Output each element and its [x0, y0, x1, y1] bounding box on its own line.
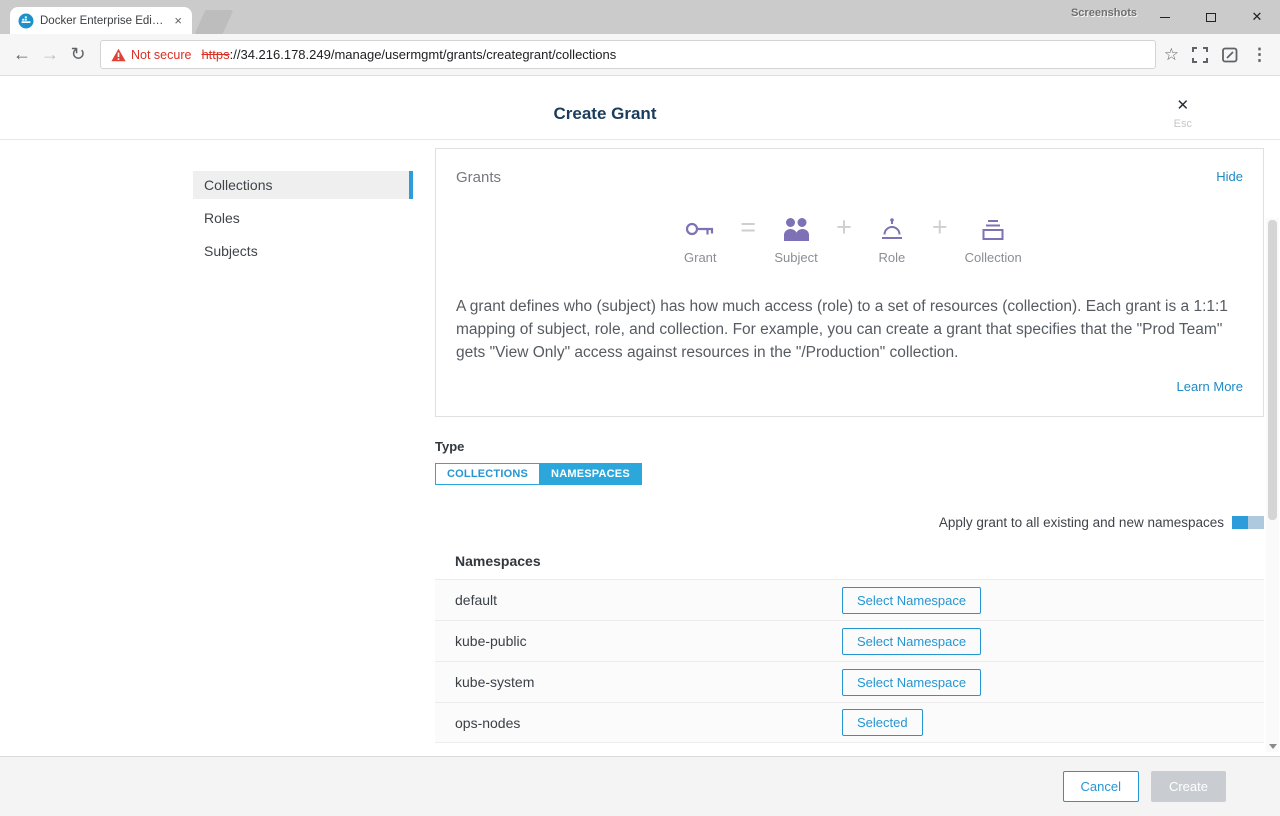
capture-extension-icon[interactable]	[1191, 46, 1209, 64]
sidebar-item-collections[interactable]: Collections	[193, 171, 413, 199]
grants-info-panel: Grants Hide Grant =	[435, 148, 1264, 417]
equation-term-grant: Grant	[677, 212, 723, 265]
hide-link[interactable]: Hide	[1216, 169, 1243, 184]
grant-equation: Grant = Subject	[456, 212, 1243, 265]
type-section-label: Type	[435, 439, 1264, 454]
warning-triangle-icon	[111, 48, 126, 62]
equation-label: Subject	[774, 250, 817, 265]
apply-grant-label: Apply grant to all existing and new name…	[939, 515, 1224, 530]
namespace-row: default Select Namespace	[435, 579, 1264, 620]
modal-body: Collections Roles Subjects Grants Hide	[0, 140, 1280, 743]
equation-term-collection: Collection	[965, 212, 1022, 265]
modal-close: ✕ Esc	[1174, 96, 1192, 130]
minimize-icon	[1160, 17, 1170, 18]
type-toggle-group: COLLECTIONS NAMESPACES	[435, 463, 642, 485]
sidebar-item-roles[interactable]: Roles	[193, 204, 413, 232]
equals-operator: =	[740, 212, 756, 242]
address-bar[interactable]: Not secure https://34.216.178.249/manage…	[100, 40, 1156, 69]
page-title: Create Grant	[0, 104, 1210, 124]
equation-label: Role	[878, 250, 905, 265]
active-indicator-bar	[409, 171, 413, 199]
grants-description: A grant defines who (subject) has how mu…	[456, 295, 1243, 364]
modal-header: Create Grant ✕ Esc	[0, 76, 1280, 140]
sidebar: Collections Roles Subjects	[193, 148, 413, 743]
scrollbar-thumb[interactable]	[1268, 220, 1277, 520]
maximize-button[interactable]	[1188, 0, 1234, 34]
browser-toolbar: ← → ↻ Not secure https://34.216.178.249/…	[0, 34, 1280, 76]
equation-label: Grant	[684, 250, 717, 265]
tab-namespaces[interactable]: NAMESPACES	[540, 463, 642, 485]
stack-icon	[980, 212, 1006, 242]
learn-more-link[interactable]: Learn More	[1177, 379, 1243, 394]
namespace-name: kube-system	[455, 674, 842, 690]
select-namespace-button[interactable]: Select Namespace	[842, 587, 981, 614]
bell-icon	[880, 212, 904, 242]
namespace-row: kube-public Select Namespace	[435, 620, 1264, 661]
url-rest: ://34.216.178.249/manage/usermgmt/grants…	[230, 47, 617, 62]
namespaces-header: Namespaces	[435, 543, 1264, 579]
security-label: Not secure	[131, 48, 191, 62]
scrollbar-down-arrow-icon[interactable]	[1269, 744, 1277, 749]
window-controls: ✕	[1142, 0, 1280, 34]
key-icon	[684, 212, 716, 242]
equation-term-subject: Subject	[773, 212, 819, 265]
close-icon[interactable]: ✕	[1174, 96, 1192, 114]
plus-operator: +	[932, 212, 948, 242]
edit-extension-icon[interactable]	[1221, 46, 1239, 64]
selected-namespace-button[interactable]: Selected	[842, 709, 923, 736]
esc-hint-label: Esc	[1174, 118, 1192, 130]
namespace-row: kube-system Select Namespace	[435, 661, 1264, 702]
reload-icon[interactable]: ↻	[64, 44, 92, 65]
namespace-name: kube-public	[455, 633, 842, 649]
security-badge[interactable]: Not secure	[111, 48, 191, 62]
people-icon	[782, 212, 810, 242]
create-button[interactable]: Create	[1151, 771, 1226, 802]
tab-collections[interactable]: COLLECTIONS	[435, 463, 540, 485]
sidebar-item-subjects[interactable]: Subjects	[193, 237, 413, 265]
cancel-button[interactable]: Cancel	[1063, 771, 1139, 802]
apply-grant-row: Apply grant to all existing and new name…	[435, 515, 1264, 530]
namespace-row: ops-nodes Selected	[435, 702, 1264, 743]
back-icon[interactable]: ←	[8, 44, 36, 65]
tab-title: Docker Enterprise Edition	[34, 15, 172, 27]
create-grant-page: Create Grant ✕ Esc Collections Roles Sub…	[0, 76, 1280, 816]
browser-menu-icon[interactable]: ⋮	[1251, 46, 1268, 63]
tab-close-icon[interactable]: ×	[172, 13, 184, 28]
plus-operator: +	[836, 212, 852, 242]
new-tab-button[interactable]	[195, 10, 234, 34]
forward-icon[interactable]: →	[36, 44, 64, 65]
docker-favicon	[18, 13, 34, 29]
equation-label: Collection	[965, 250, 1022, 265]
toggle-knob	[1232, 516, 1248, 529]
namespace-name: default	[455, 592, 842, 608]
bookmark-star-icon[interactable]: ☆	[1164, 46, 1179, 63]
screenshots-overlay-label: Screenshots	[1071, 7, 1137, 19]
namespace-name: ops-nodes	[455, 715, 842, 731]
window-close-button[interactable]: ✕	[1234, 0, 1280, 34]
minimize-button[interactable]	[1142, 0, 1188, 34]
browser-tab[interactable]: Docker Enterprise Edition ×	[10, 7, 192, 34]
panel-title: Grants	[456, 169, 501, 186]
equation-term-role: Role	[869, 212, 915, 265]
maximize-icon	[1206, 13, 1216, 22]
url-text: https://34.216.178.249/manage/usermgmt/g…	[201, 47, 616, 62]
url-scheme: https	[201, 47, 229, 62]
window-titlebar: Docker Enterprise Edition × Screenshots …	[0, 0, 1280, 34]
main-content: Grants Hide Grant =	[435, 148, 1264, 743]
apply-grant-toggle[interactable]	[1232, 516, 1264, 529]
content-scrollbar[interactable]	[1266, 218, 1279, 752]
select-namespace-button[interactable]: Select Namespace	[842, 669, 981, 696]
modal-footer: Cancel Create	[0, 756, 1280, 816]
select-namespace-button[interactable]: Select Namespace	[842, 628, 981, 655]
